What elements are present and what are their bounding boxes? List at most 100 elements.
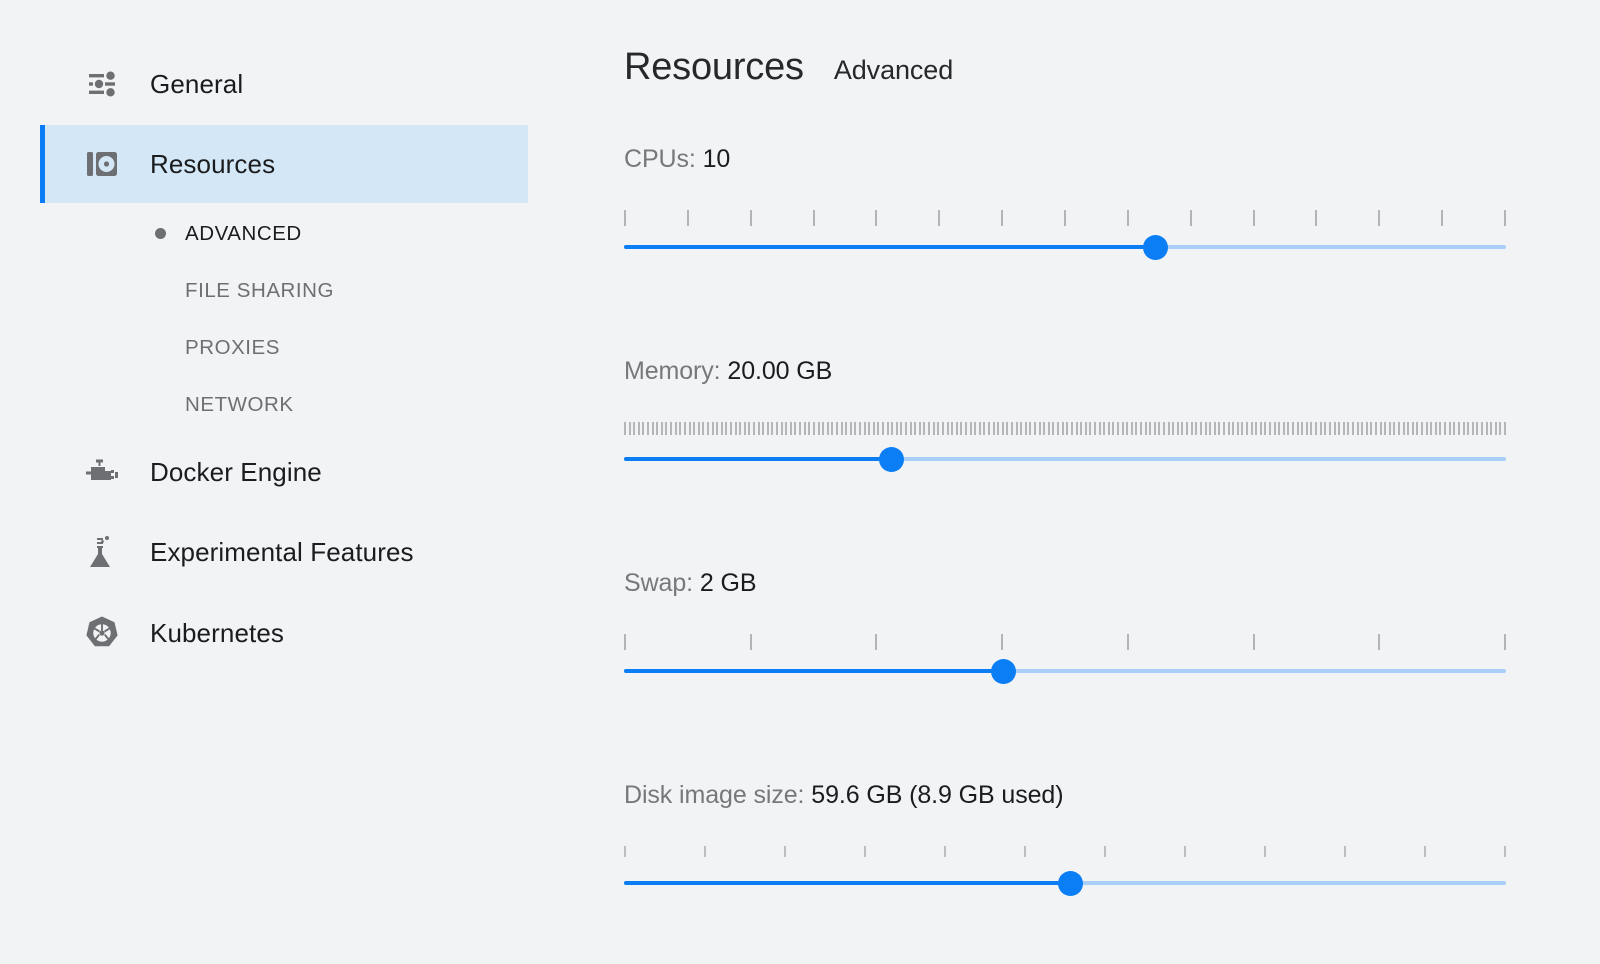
tick-mark	[1199, 422, 1202, 435]
tick-mark	[1361, 422, 1364, 435]
tick-mark	[1153, 422, 1156, 435]
sidebar-item-docker-engine[interactable]: Docker Engine	[40, 433, 528, 511]
sidebar-item-general[interactable]: General	[40, 45, 528, 123]
tick-mark	[1388, 422, 1391, 435]
tick-mark	[891, 422, 894, 435]
tick-mark	[914, 422, 917, 435]
tick-mark	[946, 422, 949, 435]
tick-mark	[1172, 422, 1175, 435]
tick-mark	[1384, 422, 1387, 435]
tick-mark	[864, 846, 866, 857]
tick-mark	[1467, 422, 1470, 435]
tick-mark	[1398, 422, 1401, 435]
sidebar-subitem-file-sharing[interactable]: FILE SHARING	[40, 262, 528, 319]
tick-mark	[749, 210, 752, 226]
tick-mark	[1006, 422, 1009, 435]
sidebar-subitem-proxies[interactable]: PROXIES	[40, 319, 528, 376]
tick-mark	[835, 422, 838, 435]
tick-mark	[1024, 846, 1026, 857]
tick-mark	[693, 422, 696, 435]
tick-mark	[932, 422, 935, 435]
tick-mark	[1490, 422, 1493, 435]
sidebar-subitem-network[interactable]: NETWORK	[40, 376, 528, 433]
tick-mark	[944, 846, 946, 857]
tick-mark	[1066, 422, 1069, 435]
swap-slider-thumb[interactable]	[990, 659, 1016, 684]
tick-mark	[1421, 422, 1424, 435]
memory-slider[interactable]	[624, 444, 1506, 474]
tick-mark	[1333, 422, 1336, 435]
tick-mark	[845, 422, 848, 435]
tick-mark	[624, 422, 626, 435]
sidebar-subitem-advanced[interactable]: ADVANCED	[40, 205, 528, 262]
tick-mark	[1149, 422, 1152, 435]
sliders-icon	[80, 71, 124, 97]
disk-image-size-track-filled	[624, 881, 1070, 885]
sidebar-subitem-label: NETWORK	[185, 392, 294, 416]
tick-mark	[1130, 422, 1133, 435]
tick-mark	[1252, 210, 1255, 226]
tick-mark	[702, 422, 705, 435]
tick-mark	[1434, 422, 1437, 435]
tick-mark	[1163, 422, 1166, 435]
cpus-slider-thumb[interactable]	[1142, 235, 1168, 260]
tick-mark	[858, 422, 861, 435]
sidebar-item-resources[interactable]: Resources	[40, 125, 528, 203]
swap-ticks	[624, 634, 1506, 650]
tick-mark	[1241, 422, 1244, 435]
tick-mark	[875, 210, 878, 226]
memory-caption: Memory: 20.00 GB	[624, 357, 1562, 386]
tick-mark	[642, 422, 645, 435]
tick-mark	[1001, 634, 1004, 650]
tick-mark	[720, 422, 723, 435]
page-header: Resources Advanced	[624, 46, 953, 89]
tick-mark	[938, 210, 941, 226]
tick-mark	[812, 422, 815, 435]
tick-mark	[776, 422, 779, 435]
tick-mark	[780, 422, 783, 435]
memory-slider-thumb[interactable]	[878, 447, 904, 472]
tick-mark	[748, 422, 751, 435]
tick-mark	[624, 634, 626, 650]
tick-mark	[875, 634, 878, 650]
tick-mark	[964, 422, 967, 435]
cpus-slider[interactable]	[624, 232, 1506, 262]
tick-mark	[1351, 422, 1354, 435]
tick-mark	[739, 422, 742, 435]
page-title: Resources	[624, 46, 804, 88]
sidebar-item-kubernetes[interactable]: Kubernetes	[40, 594, 528, 672]
tick-mark	[725, 422, 728, 435]
tick-mark	[1126, 634, 1129, 650]
tick-mark	[1190, 422, 1193, 435]
tick-mark	[1269, 422, 1272, 435]
tick-mark	[1347, 422, 1350, 435]
sidebar-item-label: Experimental Features	[150, 536, 414, 567]
tick-mark	[1342, 422, 1345, 435]
tick-mark	[1365, 422, 1368, 435]
tick-mark	[1089, 422, 1092, 435]
tick-mark	[1494, 422, 1497, 435]
tick-mark	[1213, 422, 1216, 435]
sidebar-item-experimental-features[interactable]: Experimental Features	[40, 513, 528, 591]
tick-mark	[987, 422, 990, 435]
tick-mark	[831, 422, 834, 435]
disk-image-size-slider-thumb[interactable]	[1057, 871, 1083, 896]
disk-image-size-slider[interactable]	[624, 868, 1506, 898]
tick-mark	[1374, 422, 1377, 435]
tick-mark	[1011, 422, 1014, 435]
kubernetes-icon	[80, 615, 124, 651]
memory-label: Memory:	[624, 357, 721, 385]
cpus-value: 10	[702, 145, 731, 173]
tick-mark	[1047, 422, 1050, 435]
tick-mark	[863, 422, 866, 435]
tick-mark	[1282, 422, 1285, 435]
tick-mark	[1338, 422, 1341, 435]
tick-mark	[1504, 210, 1506, 226]
tick-mark	[1167, 422, 1170, 435]
tick-mark	[1471, 422, 1474, 435]
tick-mark	[656, 422, 659, 435]
tick-mark	[1356, 422, 1359, 435]
tick-mark	[955, 422, 958, 435]
swap-slider[interactable]	[624, 656, 1506, 686]
tick-mark	[1315, 422, 1318, 435]
